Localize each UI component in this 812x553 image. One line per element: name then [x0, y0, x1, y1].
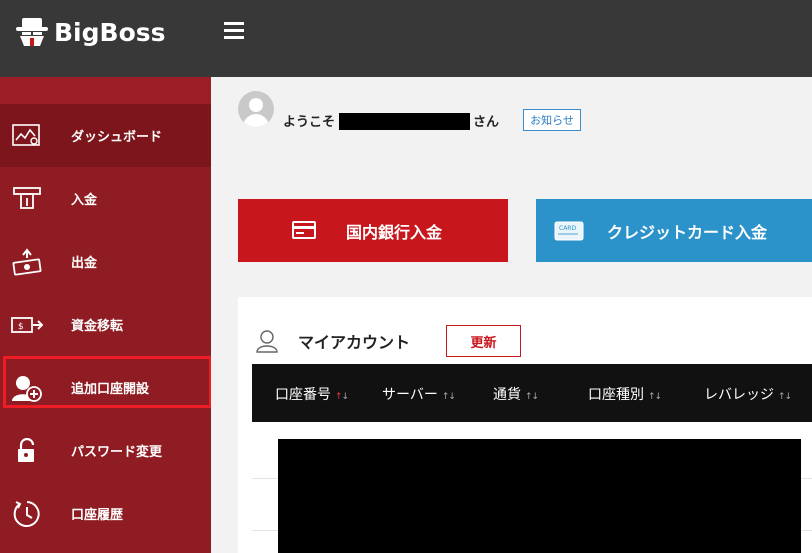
hamburger-icon[interactable] — [224, 22, 244, 40]
bank-deposit-button[interactable]: 国内銀行入金 — [238, 199, 508, 262]
sidebar-item-label: ダッシュボード — [71, 130, 163, 145]
sort-icon: ↑↓ — [441, 392, 456, 402]
credit-card-deposit-label: クレジットカード入金 — [607, 222, 768, 242]
sidebar: ダッシュボード 入金 出金 $ 資金移転 追加口座開設 パスワード変更 口座履歴 — [0, 77, 212, 553]
brand-name: BigBoss — [54, 17, 166, 47]
atm-deposit-icon — [11, 185, 43, 213]
user-outline-icon — [256, 329, 278, 357]
notice-button[interactable]: お知らせ — [523, 109, 581, 131]
refresh-button[interactable]: 更新 — [446, 325, 521, 357]
panel-title: マイアカウント — [298, 333, 411, 352]
sidebar-item-label: 口座履歴 — [71, 508, 124, 523]
add-account-icon — [11, 374, 43, 402]
sort-icon: ↑↓ — [525, 392, 539, 402]
money-transfer-icon: $ — [11, 311, 43, 339]
sort-icon: ↑↓ — [335, 392, 349, 402]
cash-withdraw-icon — [11, 247, 43, 276]
sidebar-item-transfer[interactable]: $ 資金移転 — [0, 293, 211, 356]
welcome-text: ようこそ — [283, 115, 336, 130]
svg-text:$: $ — [18, 322, 24, 332]
welcome-suffix: さん — [473, 115, 500, 130]
sidebar-item-label: 出金 — [71, 256, 98, 271]
sidebar-item-dashboard[interactable]: ダッシュボード — [0, 104, 211, 167]
sidebar-item-label: パスワード変更 — [71, 445, 163, 460]
col-currency[interactable]: 通貨 ↑↓ — [493, 384, 539, 404]
user-avatar — [238, 91, 274, 127]
card-icon-text: CARD — [559, 225, 576, 232]
brand-logo[interactable]: BigBoss — [14, 12, 179, 52]
redacted-username — [339, 113, 470, 130]
sort-icon: ↑↓ — [778, 392, 792, 402]
sidebar-item-password[interactable]: パスワード変更 — [0, 419, 211, 482]
sidebar-item-label: 追加口座開設 — [71, 382, 150, 397]
bank-deposit-label: 国内銀行入金 — [346, 222, 443, 242]
top-bar: BigBoss — [0, 0, 812, 77]
account-table-header: 口座番号 ↑↓ サーバー ↑↓ 通貨 ↑↓ 口座種別 ↑↓ レバレッジ ↑↓ — [252, 364, 812, 422]
history-clock-icon — [11, 500, 43, 528]
credit-card-icon: CARD — [554, 221, 584, 245]
sidebar-item-add-account[interactable]: 追加口座開設 — [0, 356, 212, 419]
col-account-number[interactable]: 口座番号 ↑↓ — [275, 384, 349, 404]
col-account-type[interactable]: 口座種別 ↑↓ — [588, 384, 662, 404]
sidebar-item-label: 入金 — [71, 193, 98, 208]
sidebar-item-deposit[interactable]: 入金 — [0, 167, 211, 230]
my-account-panel: マイアカウント 更新 口座番号 ↑↓ サーバー ↑↓ 通貨 ↑↓ 口座種別 ↑↓ レバレ… — [238, 297, 812, 553]
redacted-table-rows — [278, 439, 801, 553]
sidebar-item-withdraw[interactable]: 出金 — [0, 230, 211, 293]
unlock-icon — [11, 437, 43, 465]
main-content: ようこそ さん お知らせ 国内銀行入金 CARD クレジットカード入金 マイアカ… — [211, 77, 812, 553]
card-icon — [292, 221, 316, 243]
sort-icon: ↑↓ — [648, 392, 662, 402]
sidebar-item-label: 資金移転 — [71, 319, 124, 334]
sidebar-top-strip — [0, 77, 211, 104]
col-leverage[interactable]: レバレッジ ↑↓ — [704, 384, 792, 404]
hat-mascot-icon — [16, 18, 48, 46]
sidebar-item-history[interactable]: 口座履歴 — [0, 482, 211, 545]
dashboard-chart-icon — [11, 122, 43, 150]
credit-card-deposit-button[interactable]: CARD クレジットカード入金 — [536, 199, 812, 262]
col-server[interactable]: サーバー ↑↓ — [382, 384, 456, 404]
